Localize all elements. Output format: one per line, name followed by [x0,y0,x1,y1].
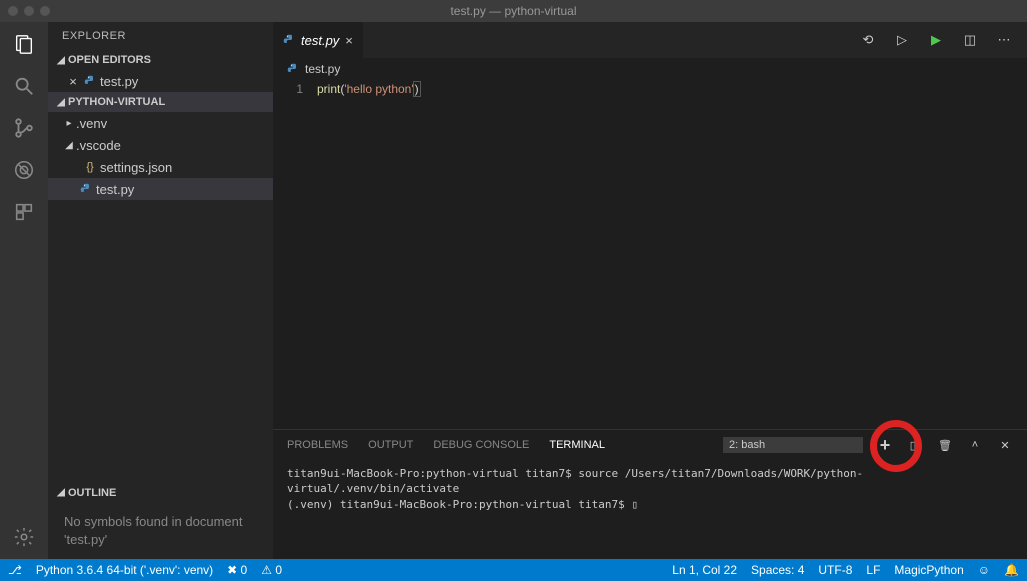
status-warnings[interactable]: ⚠ 0 [261,563,282,577]
more-actions-icon[interactable]: ⋯ [995,31,1013,49]
status-feedback-icon[interactable]: ☺ [978,563,990,577]
file-name: test.py [100,74,138,89]
editor-group: test.py × ⟲ ▷ ▶ ◫ ⋯ test.py 1 print('hel… [273,22,1027,559]
settings-gear-icon[interactable] [12,525,36,549]
file-name: test.py [96,182,134,197]
python-file-icon [78,181,94,197]
workspace-label: PYTHON-VIRTUAL [68,96,165,108]
code-editor[interactable]: 1 print('hello python') [273,80,1027,429]
status-bar: ⎇ Python 3.6.4 64-bit ('.venv': venv) ✖ … [0,559,1027,581]
tab-label: test.py [301,33,339,48]
chevron-right-icon: ▸ [62,118,76,129]
split-terminal-icon[interactable]: ◫ [907,437,923,453]
terminal-selector[interactable] [723,437,863,453]
chevron-down-icon: ◢ [54,97,68,108]
chevron-down-icon: ◢ [54,55,68,66]
folder-name: .vscode [76,138,121,153]
maximize-panel-icon[interactable]: ˄ [967,437,983,453]
outline-label: OUTLINE [68,487,116,499]
python-file-icon [283,34,295,46]
terminal-output[interactable]: titan9ui-MacBook-Pro:python-virtual tita… [273,460,1027,559]
status-eol[interactable]: LF [866,563,880,577]
code-line: print('hello python') [317,80,421,429]
close-panel-icon[interactable]: ✕ [997,437,1013,453]
status-errors[interactable]: ✖ 0 [227,563,247,577]
outline-empty-message: No symbols found in document 'test.py' [48,503,273,559]
chevron-down-icon: ◢ [54,487,68,498]
search-icon[interactable] [12,74,36,98]
activity-bar [0,22,48,559]
sidebar: EXPLORER ◢ OPEN EDITORS × test.py ◢ PYTH… [48,22,273,559]
close-icon[interactable]: × [66,74,80,89]
title-bar: test.py — python-virtual [0,0,1027,22]
chevron-down-icon: ◢ [62,140,76,151]
editor-actions: ⟲ ▷ ▶ ◫ ⋯ [859,31,1027,49]
sidebar-title: EXPLORER [48,22,273,50]
kill-terminal-icon[interactable]: 🗑 [937,437,953,453]
new-terminal-icon[interactable]: + [877,437,893,453]
python-file-icon [82,73,98,89]
panel: PROBLEMS OUTPUT DEBUG CONSOLE TERMINAL +… [273,429,1027,559]
status-encoding[interactable]: UTF-8 [818,563,852,577]
source-control-icon[interactable] [12,116,36,140]
editor-tabs: test.py × ⟲ ▷ ▶ ◫ ⋯ [273,22,1027,58]
workspace-header[interactable]: ◢ PYTHON-VIRTUAL [48,92,273,112]
split-editor-icon[interactable]: ◫ [961,31,979,49]
explorer-icon[interactable] [12,32,36,56]
debug-icon[interactable] [12,158,36,182]
status-notifications-icon[interactable]: 🔔 [1004,563,1019,577]
folder-vscode[interactable]: ◢ .vscode [48,134,273,156]
status-language[interactable]: MagicPython [894,563,963,577]
window-title: test.py — python-virtual [0,4,1027,18]
breadcrumb[interactable]: test.py [273,58,1027,80]
panel-tabs: PROBLEMS OUTPUT DEBUG CONSOLE TERMINAL +… [273,430,1027,460]
extensions-icon[interactable] [12,200,36,224]
python-file-icon [287,63,299,75]
file-name: settings.json [100,160,172,175]
line-number: 1 [273,80,317,429]
file-settings-json[interactable]: {} settings.json [48,156,273,178]
json-file-icon: {} [82,159,98,175]
tab-output[interactable]: OUTPUT [368,439,413,451]
file-test-py[interactable]: test.py [48,178,273,200]
close-tab-icon[interactable]: × [345,33,353,48]
open-editors-label: OPEN EDITORS [68,54,151,66]
breadcrumb-file: test.py [305,62,340,76]
play-icon[interactable]: ▶ [927,31,945,49]
status-branch[interactable]: ⎇ [8,563,22,577]
tab-terminal[interactable]: TERMINAL [549,439,605,451]
tab-debug-console[interactable]: DEBUG CONSOLE [433,439,529,451]
tab-problems[interactable]: PROBLEMS [287,439,348,451]
compare-changes-icon[interactable]: ⟲ [859,31,877,49]
status-indent[interactable]: Spaces: 4 [751,563,804,577]
run-icon[interactable]: ▷ [893,31,911,49]
folder-name: .venv [76,116,107,131]
tab-test-py[interactable]: test.py × [273,22,363,58]
open-editor-item[interactable]: × test.py [48,70,273,92]
open-editors-header[interactable]: ◢ OPEN EDITORS [48,50,273,70]
folder-venv[interactable]: ▸ .venv [48,112,273,134]
outline-header[interactable]: ◢ OUTLINE [48,483,273,503]
status-cursor[interactable]: Ln 1, Col 22 [672,563,737,577]
status-python[interactable]: Python 3.6.4 64-bit ('.venv': venv) [36,563,213,577]
